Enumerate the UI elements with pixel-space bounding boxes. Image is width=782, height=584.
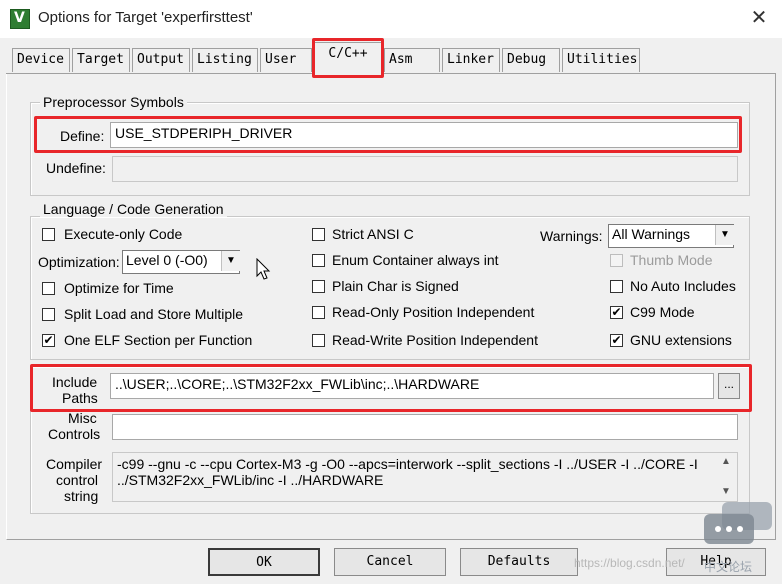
warnings-label: Warnings:: [540, 228, 603, 244]
warnings-value: All Warnings: [612, 226, 691, 242]
gnu-extensions-checkbox[interactable]: ✔: [610, 334, 623, 347]
defaults-button[interactable]: Defaults: [460, 548, 578, 576]
watermark-brand: 中文论坛: [704, 560, 753, 574]
one-elf-section-checkbox[interactable]: ✔: [42, 334, 55, 347]
tab-target[interactable]: Target: [72, 48, 130, 72]
c99-mode-label: C99 Mode: [630, 304, 695, 320]
misc-label-line1: Misc: [68, 410, 97, 426]
compiler-label-line1: Compiler: [46, 456, 103, 472]
tab-asm[interactable]: Asm: [384, 48, 440, 72]
undefine-label: Undefine:: [46, 160, 106, 176]
rwpi-label: Read-Write Position Independent: [332, 332, 538, 348]
codegen-legend: Language / Code Generation: [40, 201, 227, 217]
undefine-field[interactable]: [112, 156, 738, 182]
ropi-checkbox[interactable]: [312, 306, 325, 319]
misc-label-line2: Controls: [48, 426, 101, 442]
highlight-box-define: [34, 116, 742, 153]
enum-container-checkbox[interactable]: [312, 254, 325, 267]
misc-controls-field[interactable]: [112, 414, 738, 440]
chevron-down-icon[interactable]: ▼: [715, 225, 734, 245]
compiler-label-line2: control: [56, 472, 99, 488]
close-icon[interactable]: ✕: [746, 5, 772, 31]
preprocessor-legend: Preprocessor Symbols: [40, 94, 187, 110]
ropi-label: Read-Only Position Independent: [332, 304, 535, 320]
tab-user[interactable]: User: [260, 48, 312, 72]
tab-device[interactable]: Device: [12, 48, 70, 72]
strict-ansi-c-checkbox[interactable]: [312, 228, 325, 241]
execute-only-checkbox[interactable]: [42, 228, 55, 241]
split-load-store-label: Split Load and Store Multiple: [64, 306, 243, 322]
ok-button[interactable]: OK: [208, 548, 320, 576]
scroll-down-icon[interactable]: ▼: [718, 486, 734, 497]
chat-bubble-icon: [704, 502, 772, 544]
one-elf-section-label: One ELF Section per Function: [64, 332, 253, 348]
watermark-text: https://blog.csdn.net/: [574, 556, 685, 570]
split-load-store-checkbox[interactable]: [42, 308, 55, 321]
chevron-down-icon[interactable]: ▼: [221, 251, 240, 271]
rwpi-checkbox[interactable]: [312, 334, 325, 347]
execute-only-label: Execute-only Code: [64, 226, 183, 242]
mouse-cursor-icon: [256, 258, 271, 280]
strict-ansi-c-label: Strict ANSI C: [332, 226, 414, 242]
thumb-mode-checkbox[interactable]: [610, 254, 623, 267]
thumb-mode-label: Thumb Mode: [630, 252, 713, 268]
compiler-label-line3: string: [64, 488, 99, 504]
optimize-for-time-checkbox[interactable]: [42, 282, 55, 295]
window-title: Options for Target 'experfirsttest': [38, 9, 253, 26]
tab-output[interactable]: Output: [132, 48, 190, 72]
scroll-up-icon[interactable]: ▲: [718, 456, 734, 467]
compiler-control-string[interactable]: -c99 --gnu -c --cpu Cortex-M3 -g -O0 --a…: [112, 452, 738, 502]
no-auto-includes-checkbox[interactable]: [610, 280, 623, 293]
optimization-label: Optimization:: [38, 254, 120, 270]
gnu-extensions-label: GNU extensions: [630, 332, 732, 348]
tab-listing[interactable]: Listing: [192, 48, 258, 72]
c99-mode-checkbox[interactable]: ✔: [610, 306, 623, 319]
cancel-button[interactable]: Cancel: [334, 548, 446, 576]
enum-container-label: Enum Container always int: [332, 252, 499, 268]
tab-linker[interactable]: Linker: [442, 48, 500, 72]
compiler-string-line1: -c99 --gnu -c --cpu Cortex-M3 -g -O0 --a…: [117, 456, 698, 472]
tab-utilities[interactable]: Utilities: [562, 48, 640, 72]
optimize-for-time-label: Optimize for Time: [64, 280, 174, 296]
plain-char-signed-checkbox[interactable]: [312, 280, 325, 293]
highlight-box-include: [30, 364, 752, 412]
no-auto-includes-label: No Auto Includes: [630, 278, 736, 294]
plain-char-signed-label: Plain Char is Signed: [332, 278, 459, 294]
compiler-string-line2: ../STM32F2xx_FWLib/inc -I ../HARDWARE: [117, 472, 384, 488]
app-icon: [10, 9, 30, 29]
tab-debug[interactable]: Debug: [502, 48, 560, 72]
optimization-value: Level 0 (-O0): [126, 252, 208, 268]
highlight-box-cpp-tab: [312, 38, 384, 78]
